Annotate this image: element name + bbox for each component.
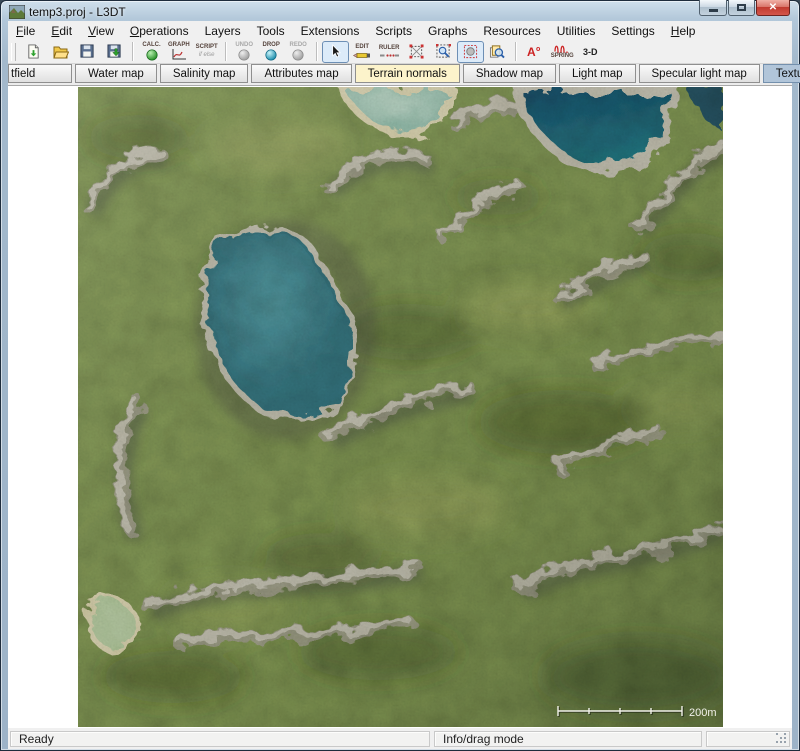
menu-item-settings[interactable]: Settings xyxy=(603,22,662,40)
calc-wizard-label: CALC. xyxy=(142,42,160,49)
toolbar-separator xyxy=(316,42,318,61)
menu-bar: FileEditViewOperationsLayersToolsExtensi… xyxy=(8,21,792,41)
app-window: temp3.proj - L3DT ✕ FileEditViewOperatio… xyxy=(0,0,800,751)
toolbar: CALC.GRAPHSCRIPTif elseUNDODROPREDOEDITR… xyxy=(8,40,792,64)
pencil-icon xyxy=(353,51,371,60)
edit-tool-label: EDIT xyxy=(355,44,369,51)
map-view-client: 200m xyxy=(8,85,792,728)
save-disk-arrow-icon xyxy=(107,44,122,59)
marquee-circle-icon xyxy=(463,44,478,59)
cyan-ball-icon xyxy=(265,49,277,61)
toolbar-separator xyxy=(515,42,517,61)
tab-light-map[interactable]: Light map xyxy=(559,64,636,83)
tab-terrain-normals[interactable]: Terrain normals xyxy=(355,64,460,83)
menu-item-utilities[interactable]: Utilities xyxy=(549,22,604,40)
app-icon xyxy=(9,5,25,19)
menu-item-extensions[interactable]: Extensions xyxy=(293,22,368,40)
cursor-tool-button[interactable] xyxy=(322,41,349,63)
marquee-zoom-icon xyxy=(436,44,451,59)
graph-editor-button[interactable]: GRAPH xyxy=(165,41,193,63)
view-3d-label: 3-D xyxy=(583,47,598,57)
calc-wizard-button[interactable]: CALC. xyxy=(138,41,165,63)
svg-text:A: A xyxy=(527,45,536,58)
save-project-button[interactable] xyxy=(74,41,101,63)
menu-item-view[interactable]: View xyxy=(80,22,122,40)
status-mode-text: Info/drag mode xyxy=(443,732,524,746)
title-bar: temp3.proj - L3DT ✕ xyxy=(0,0,800,21)
save-disk-icon xyxy=(80,44,95,59)
minimize-button[interactable] xyxy=(699,0,727,16)
open-project-button[interactable] xyxy=(47,41,74,63)
window-controls: ✕ xyxy=(698,0,790,16)
attributes-overlay-button[interactable]: Ao xyxy=(521,41,548,63)
edit-tool-button[interactable]: EDIT xyxy=(349,41,376,63)
toolbar-separator xyxy=(225,42,227,61)
spring-tool-button[interactable]: SPRING xyxy=(548,41,577,63)
tab-attributes-map[interactable]: Attributes map xyxy=(251,64,351,83)
map-tab-bar: tfieldWater mapSalinity mapAttributes ma… xyxy=(8,64,792,85)
minimize-icon xyxy=(709,9,718,12)
tab-salinity-map[interactable]: Salinity map xyxy=(160,64,249,83)
gray-ball-icon xyxy=(292,49,304,61)
toolbar-separator xyxy=(132,42,134,61)
zoom-region-button[interactable] xyxy=(430,41,457,63)
a-degree-icon: Ao xyxy=(527,45,541,58)
menu-item-help[interactable]: Help xyxy=(663,22,704,40)
script-editor-label: SCRIPT xyxy=(196,44,218,51)
status-bar: Ready Info/drag mode xyxy=(8,728,792,749)
arrow-cursor-icon xyxy=(328,44,343,59)
texture-map-image[interactable]: 200m xyxy=(78,87,723,727)
ruler-tool-label: RULER xyxy=(379,45,400,52)
ruler-tool-button[interactable]: RULER xyxy=(376,41,403,63)
drop-undo-button[interactable]: DROP xyxy=(258,41,285,63)
tab-texture-map[interactable]: Texture map xyxy=(763,64,800,83)
menu-item-file[interactable]: File xyxy=(8,22,43,40)
ruler-icon xyxy=(380,52,399,59)
close-icon: ✕ xyxy=(769,2,777,13)
gray-ball-icon xyxy=(238,49,250,61)
graph-icon xyxy=(171,49,187,61)
menu-item-layers[interactable]: Layers xyxy=(197,22,249,40)
tab-specular-light-map[interactable]: Specular light map xyxy=(639,64,760,83)
tab-heightfield[interactable]: tfield xyxy=(8,64,72,83)
menu-item-operations[interactable]: Operations xyxy=(122,22,197,40)
maximize-icon xyxy=(737,4,746,11)
view-3d-button[interactable]: 3-D xyxy=(577,41,604,63)
save-all-button[interactable] xyxy=(101,41,128,63)
status-ready-text: Ready xyxy=(19,732,54,746)
menu-item-graphs[interactable]: Graphs xyxy=(420,22,475,40)
undo-label: UNDO xyxy=(235,42,253,49)
svg-text:o: o xyxy=(536,46,540,53)
window-title: temp3.proj - L3DT xyxy=(29,5,126,19)
open-folder-icon xyxy=(53,45,69,59)
menu-item-scripts[interactable]: Scripts xyxy=(367,22,420,40)
menu-item-resources[interactable]: Resources xyxy=(475,22,548,40)
menu-item-tools[interactable]: Tools xyxy=(249,22,293,40)
preview-zoom-button[interactable] xyxy=(484,41,511,63)
tab-shadow-map[interactable]: Shadow map xyxy=(463,64,556,83)
green-ball-icon xyxy=(146,49,158,61)
marquee-x-icon xyxy=(409,44,424,59)
spring-icon xyxy=(554,43,571,53)
maximize-button[interactable] xyxy=(728,0,755,16)
script-editor-button[interactable]: SCRIPTif else xyxy=(193,41,221,63)
script-editor-sub-label: if else xyxy=(199,51,215,59)
new-file-icon xyxy=(26,44,41,59)
spring-tool-label: SPRING xyxy=(551,53,574,60)
tab-water-map[interactable]: Water map xyxy=(75,64,157,83)
drop-undo-label: DROP xyxy=(263,42,280,49)
toolbar-grip[interactable] xyxy=(11,43,16,61)
redo-button[interactable]: REDO xyxy=(285,41,312,63)
zoom-pages-icon xyxy=(489,44,505,59)
resize-grip[interactable] xyxy=(776,733,788,745)
new-project-button[interactable] xyxy=(20,41,47,63)
graph-editor-label: GRAPH xyxy=(168,42,190,49)
close-button[interactable]: ✕ xyxy=(756,0,790,16)
scale-bar-label: 200m xyxy=(689,707,717,719)
menu-item-edit[interactable]: Edit xyxy=(43,22,80,40)
show-selection-button[interactable] xyxy=(457,41,484,63)
undo-button[interactable]: UNDO xyxy=(231,41,258,63)
redo-label: REDO xyxy=(290,42,307,49)
select-region-button[interactable] xyxy=(403,41,430,63)
